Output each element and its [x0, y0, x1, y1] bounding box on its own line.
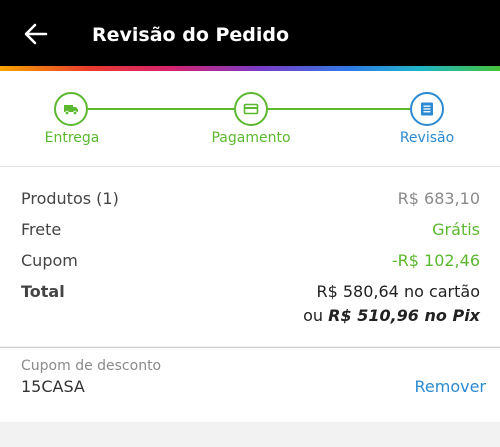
- coupon-caption: Cupom de desconto: [21, 358, 162, 374]
- summary-row-shipping: Frete Grátis: [21, 218, 480, 242]
- total-pix-line: ou R$ 510,96 no Pix: [303, 304, 480, 328]
- step-pagamento[interactable]: [234, 92, 268, 126]
- total-label: Total: [21, 282, 65, 301]
- products-label: Produtos (1): [21, 189, 119, 208]
- total-or: ou: [303, 306, 324, 325]
- page-title: Revisão do Pedido: [92, 24, 290, 46]
- back-button[interactable]: [22, 20, 50, 48]
- total-card-value: R$ 580,64 no cartão: [316, 282, 480, 301]
- summary-row-coupon: Cupom -R$ 102,46: [21, 249, 480, 273]
- remove-coupon-button[interactable]: Remover: [414, 375, 486, 399]
- total-pix-value: R$ 510,96 no Pix: [328, 306, 480, 325]
- coupon-discount-label: Cupom: [21, 251, 78, 270]
- step-label-revisao: Revisão: [399, 130, 455, 146]
- step-label-pagamento: Pagamento: [211, 130, 291, 146]
- document-list-icon: [421, 102, 433, 116]
- app-bar: Revisão do Pedido: [0, 0, 500, 68]
- coupon-code: 15CASA: [21, 377, 85, 396]
- truck-icon: [64, 105, 78, 116]
- credit-card-icon: [243, 103, 259, 115]
- shipping-label: Frete: [21, 220, 62, 239]
- summary-row-products: Produtos (1) R$ 683,10: [21, 187, 480, 211]
- step-label-entrega: Entrega: [44, 130, 100, 146]
- arrow-left-icon: [24, 23, 48, 45]
- order-summary: Produtos (1) R$ 683,10 Frete Grátis Cupo…: [0, 166, 500, 346]
- checkout-stepper: Entrega Pagamento Revisão: [0, 71, 500, 166]
- step-revisao[interactable]: [410, 92, 444, 126]
- coupon-section: Cupom de desconto 15CASA Remover: [0, 347, 500, 422]
- shipping-value: Grátis: [432, 220, 480, 239]
- coupon-discount-value: -R$ 102,46: [391, 251, 480, 270]
- step-entrega[interactable]: [54, 92, 88, 126]
- step-connector: [268, 108, 410, 110]
- products-value: R$ 683,10: [397, 189, 480, 208]
- step-connector: [88, 108, 234, 110]
